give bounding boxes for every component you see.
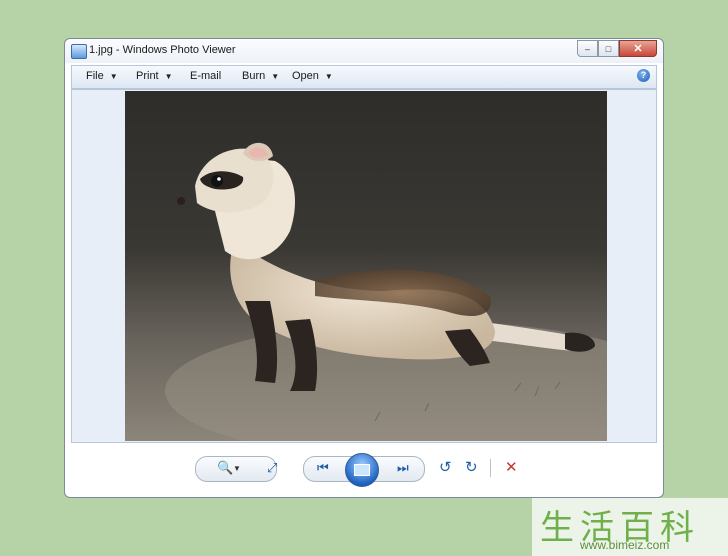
menu-email-label: E-mail xyxy=(190,70,222,82)
window-controls: – □ ✕ xyxy=(577,40,657,57)
photo-viewer-icon xyxy=(71,44,87,59)
menu-open-label: Open xyxy=(292,70,319,82)
image-viewport[interactable] xyxy=(71,89,657,443)
menu-bar: File ▼ Print ▼ E-mail Burn ▼ Open ▼ ? xyxy=(71,65,657,89)
zoom-dropdown-caret[interactable]: ▼ xyxy=(233,464,241,473)
ferret-photo xyxy=(125,91,607,441)
chevron-down-icon: ▼ xyxy=(271,72,280,81)
menu-burn-label: Burn xyxy=(242,70,266,82)
fit-to-window-icon[interactable]: ⤢ xyxy=(267,460,277,476)
menu-open[interactable]: Open ▼ xyxy=(292,70,333,82)
rotate-left-icon[interactable]: ↺ xyxy=(439,458,452,476)
maximize-button[interactable]: □ xyxy=(598,40,619,57)
chevron-down-icon: ▼ xyxy=(109,72,118,81)
close-button[interactable]: ✕ xyxy=(619,40,657,57)
delete-icon[interactable]: ✕ xyxy=(505,458,518,476)
rotate-right-icon[interactable]: ↻ xyxy=(465,458,478,476)
watermark-url: www.bimeiz.com xyxy=(580,538,670,552)
photo-viewer-window: 1.jpg - Windows Photo Viewer – □ ✕ File ▼… xyxy=(64,38,664,498)
zoom-icon[interactable]: 🔍 xyxy=(217,460,233,476)
previous-icon[interactable]: ⏮ xyxy=(317,460,329,476)
viewer-toolbar: 🔍 ▼ ⤢ ⏮ ⏭ ↺ ↻ ✕ xyxy=(195,453,533,487)
menu-file-label: File xyxy=(86,70,104,82)
toolbar-separator xyxy=(490,459,491,477)
watermark: 生活百科 www.bimeiz.com xyxy=(532,498,728,556)
menu-file[interactable]: File ▼ xyxy=(86,70,118,82)
next-icon[interactable]: ⏭ xyxy=(397,460,409,476)
title-bar[interactable]: 1.jpg - Windows Photo Viewer – □ ✕ xyxy=(65,39,663,63)
menu-email[interactable]: E-mail xyxy=(190,70,221,82)
window-title: 1.jpg - Windows Photo Viewer xyxy=(89,44,236,56)
chevron-down-icon: ▼ xyxy=(324,72,333,81)
minimize-button[interactable]: – xyxy=(577,40,598,57)
help-icon[interactable]: ? xyxy=(637,69,650,82)
displayed-photo xyxy=(125,91,607,441)
chevron-down-icon: ▼ xyxy=(164,72,173,81)
slideshow-icon xyxy=(354,464,370,476)
slideshow-button[interactable] xyxy=(345,453,379,487)
menu-print-label: Print xyxy=(136,70,159,82)
menu-burn[interactable]: Burn ▼ xyxy=(242,70,279,82)
menu-print[interactable]: Print ▼ xyxy=(136,70,173,82)
